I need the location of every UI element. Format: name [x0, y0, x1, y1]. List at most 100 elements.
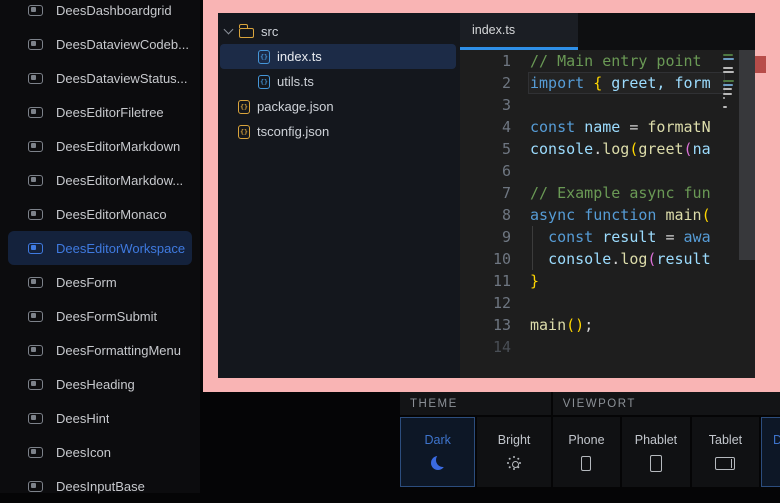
ts-file-icon: {} — [258, 75, 270, 89]
file-tree-item-src[interactable]: src — [220, 19, 456, 44]
toolbar-section-viewport: VIEWPORTPhonePhabletTabletDesktopNative — [553, 392, 780, 493]
sidebar-item-deesicon[interactable]: DeesIcon — [8, 435, 192, 469]
minimap-line — [723, 58, 734, 60]
code-line-6: 6 — [460, 160, 755, 182]
component-icon — [28, 277, 43, 288]
sidebar-item-deesdataviewstatus[interactable]: DeesDataviewStatus... — [8, 61, 192, 95]
editor-tabbar: index.ts — [460, 13, 755, 50]
component-icon — [28, 73, 43, 84]
minimap-line — [723, 110, 738, 112]
component-icon — [28, 141, 43, 152]
code-text — [511, 292, 530, 314]
file-tree: src{}index.ts{}utils.ts{}package.json{}t… — [218, 13, 460, 378]
minimap[interactable] — [723, 54, 738, 114]
line-number: 6 — [460, 160, 511, 182]
line-number: 7 — [460, 182, 511, 204]
sidebar-item-deesformsubmit[interactable]: DeesFormSubmit — [8, 299, 192, 333]
minimap-line — [723, 63, 738, 65]
sidebar-item-deesheading[interactable]: DeesHeading — [8, 367, 192, 401]
line-number: 5 — [460, 138, 511, 160]
sidebar-item-deesform[interactable]: DeesForm — [8, 265, 192, 299]
code-line-7: 7// Example async fun — [460, 182, 755, 204]
code-lines: 1// Main entry point2import { greet, for… — [460, 50, 755, 358]
button-label: Bright — [498, 433, 531, 447]
sidebar-item-label: DeesDataviewCodeb... — [56, 37, 189, 52]
code-text: } — [511, 270, 539, 292]
line-number: 3 — [460, 94, 511, 116]
component-icon — [28, 175, 43, 186]
sidebar-item-deeseditorworkspace[interactable]: DeesEditorWorkspace — [8, 231, 192, 265]
code-line-14: 14 — [460, 336, 755, 358]
minimap-line — [723, 88, 732, 90]
phone-button[interactable]: Phone — [553, 417, 620, 487]
sun-icon — [506, 455, 522, 471]
code-text: // Example async fun — [511, 182, 711, 204]
file-tree-item-package-json[interactable]: {}package.json — [220, 94, 456, 119]
button-label: Phone — [568, 433, 604, 447]
tab-index-ts[interactable]: index.ts — [460, 13, 578, 50]
chevron-down-icon[interactable] — [224, 25, 234, 35]
minimap-line — [723, 80, 734, 82]
button-label: Dark — [424, 433, 450, 447]
code-text: // Main entry point — [511, 50, 702, 72]
dark-button[interactable]: Dark — [400, 417, 475, 487]
file-tree-item-index-ts[interactable]: {}index.ts — [220, 44, 456, 69]
sidebar-item-deeseditormonaco[interactable]: DeesEditorMonaco — [8, 197, 192, 231]
sidebar-item-deesdashboardgrid[interactable]: DeesDashboardgrid — [8, 0, 192, 27]
file-tree-item-tsconfig-json[interactable]: {}tsconfig.json — [220, 119, 456, 144]
sidebar-item-deesformattingmenu[interactable]: DeesFormattingMenu — [8, 333, 192, 367]
sidebar-item-deesinputbase[interactable]: DeesInputBase — [8, 469, 192, 503]
line-number: 4 — [460, 116, 511, 138]
sidebar-item-label: DeesEditorMarkdow... — [56, 173, 183, 188]
file-tree-item-utils-ts[interactable]: {} utils.ts — [220, 69, 456, 94]
code-line-13: 13main(); — [460, 314, 755, 336]
code-line-5: 5console.log(greet(na — [460, 138, 755, 160]
minimap-line — [723, 93, 732, 95]
sidebar-item-label: DeesEditorMarkdown — [56, 139, 180, 154]
sidebar-item-label: DeesEditorFiletree — [56, 105, 164, 120]
line-number: 11 — [460, 270, 511, 292]
button-label: Desktop — [773, 433, 780, 447]
line-number: 1 — [460, 50, 511, 72]
sidebar-item-deeseditorfiletree[interactable]: DeesEditorFiletree — [8, 95, 192, 129]
code-editor[interactable]: 1// Main entry point2import { greet, for… — [460, 50, 755, 378]
phone-icon — [581, 455, 591, 471]
phablet-icon — [650, 455, 662, 471]
code-line-12: 12 — [460, 292, 755, 314]
code-line-11: 11} — [460, 270, 755, 292]
tablet-button[interactable]: Tablet — [692, 417, 759, 487]
sidebar-item-label: DeesInputBase — [56, 479, 145, 494]
line-number: 2 — [460, 72, 511, 94]
sidebar-item-deeseditormarkdow[interactable]: DeesEditorMarkdow... — [8, 163, 192, 197]
desktop-button[interactable]: Desktop — [761, 417, 780, 487]
minimap-line — [723, 84, 733, 86]
bright-button[interactable]: Bright — [477, 417, 550, 487]
ts-file-icon: {} — [258, 50, 270, 64]
overview-ruler-marker — [755, 56, 766, 73]
sidebar-item-label: DeesFormattingMenu — [56, 343, 181, 358]
code-text: async function main( — [511, 204, 711, 226]
code-line-9: 9 const result = awa — [460, 226, 755, 248]
code-text: import { greet, form — [511, 72, 711, 94]
component-icon — [28, 311, 43, 322]
component-icon — [28, 39, 43, 50]
sidebar-item-label: DeesDashboardgrid — [56, 3, 172, 18]
phablet-button[interactable]: Phablet — [622, 417, 689, 487]
sidebar-item-deeshint[interactable]: DeesHint — [8, 401, 192, 435]
json-file-icon: {} — [238, 100, 250, 114]
scrollbar-slider[interactable] — [739, 50, 755, 260]
preview-area: src{}index.ts{}utils.ts{}package.json{}t… — [200, 0, 780, 493]
sidebar-item-deeseditormarkdown[interactable]: DeesEditorMarkdown — [8, 129, 192, 163]
file-name: utils.ts — [277, 74, 314, 89]
editor-workspace: src{}index.ts{}utils.ts{}package.json{}t… — [218, 13, 755, 378]
toolbar-buttons: PhonePhabletTabletDesktopNative — [553, 417, 780, 487]
sidebar-item-deesdataviewcodeb[interactable]: DeesDataviewCodeb... — [8, 27, 192, 61]
component-demo-frame: src{}index.ts{}utils.ts{}package.json{}t… — [203, 0, 780, 392]
editor-scrollbar[interactable] — [739, 50, 755, 378]
toolbar-section-header: VIEWPORT — [553, 392, 780, 415]
code-text: main(); — [511, 314, 593, 336]
json-file-icon: {} — [238, 125, 250, 139]
folder-icon — [239, 28, 254, 38]
sidebar-item-label: DeesEditorMonaco — [56, 207, 167, 222]
tablet-icon — [715, 455, 735, 471]
